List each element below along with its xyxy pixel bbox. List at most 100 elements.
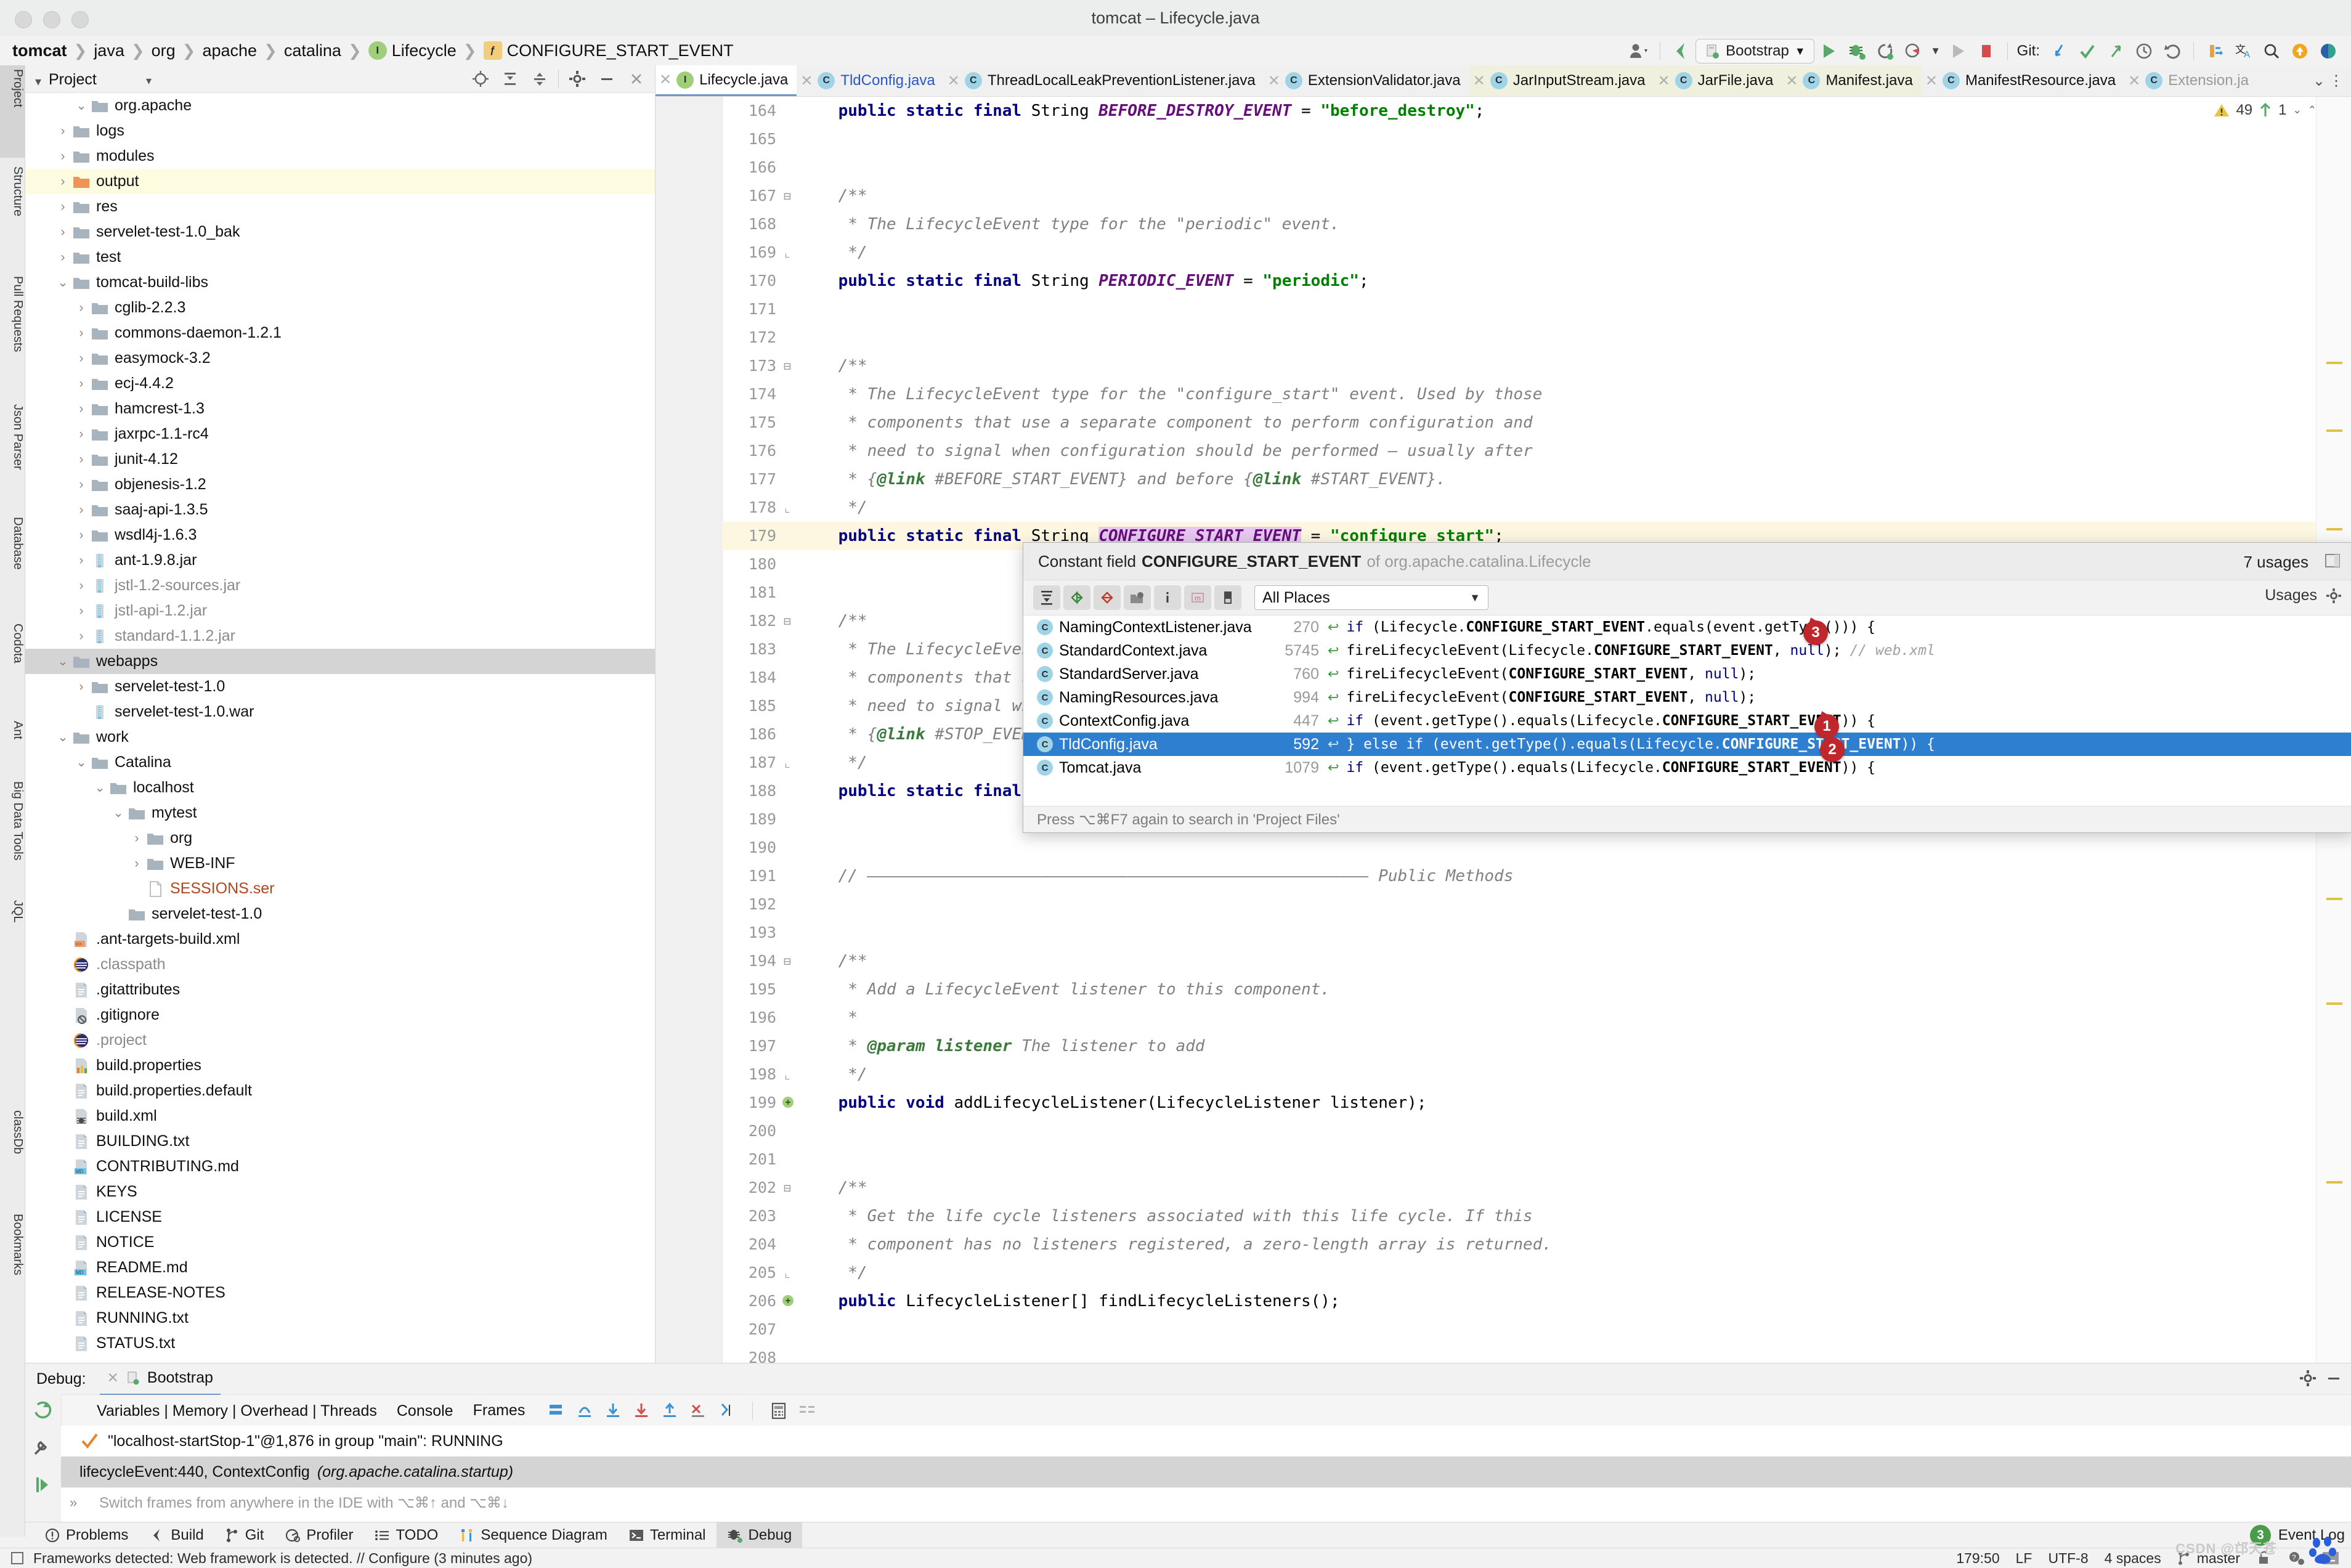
tree-row[interactable]: › test	[25, 245, 655, 270]
code-line[interactable]: 192	[722, 890, 2351, 919]
code-line[interactable]: 204 * component has no listeners registe…	[722, 1230, 2351, 1259]
code-line[interactable]: 208	[722, 1344, 2351, 1363]
code-line[interactable]: 203 * Get the life cycle listeners assoc…	[722, 1202, 2351, 1230]
tool-window-button-todo[interactable]: TODO	[363, 1522, 449, 1548]
editor-tab-bar[interactable]: ✕ I Lifecycle.java ✕ C TldConfig.java ✕ C Thread…	[656, 65, 2351, 97]
tool-window-button-git[interactable]: Git	[214, 1522, 275, 1548]
tree-row[interactable]: › External Libraries	[25, 1356, 655, 1362]
tree-row[interactable]: ⌄ mytest	[25, 800, 655, 826]
tree-row[interactable]: › org	[25, 826, 655, 851]
more-options-icon[interactable]: ⋮	[2329, 72, 2344, 90]
open-in-find-window-icon[interactable]	[2325, 553, 2341, 569]
debug-frames-list[interactable]: "localhost-startStop-1"@1,876 in group "…	[61, 1426, 2351, 1522]
code-line[interactable]: 177 * {@link #BEFORE_START_EVENT} and be…	[722, 465, 2351, 494]
code-line[interactable]: 172	[722, 323, 2351, 352]
code-line[interactable]: 176 * need to signal when configuration …	[722, 437, 2351, 465]
git-update-icon[interactable]	[2045, 39, 2073, 63]
line-separator[interactable]: LF	[2016, 1550, 2032, 1567]
updates-icon[interactable]	[2286, 39, 2314, 63]
usage-row[interactable]: C NamingContextListener.java 270 ↩ if (Lifec…	[1023, 615, 2351, 639]
code-line[interactable]: 171	[722, 295, 2351, 323]
tree-row[interactable]: .project	[25, 1028, 655, 1053]
git-commit-icon[interactable]	[2073, 39, 2101, 63]
code-line[interactable]: 206 public LifecycleListener[] findLifec…	[722, 1287, 2351, 1315]
close-icon[interactable]: ✕	[2128, 72, 2140, 90]
chevron-right-icon[interactable]: ›	[73, 522, 89, 548]
tree-row[interactable]: ⌄ webapps	[25, 649, 655, 674]
usage-navigate-icon[interactable]: ↩	[1328, 736, 1339, 752]
chevron-right-icon[interactable]: ›	[55, 245, 71, 270]
usage-navigate-icon[interactable]: ↩	[1328, 713, 1339, 729]
editor-gutter[interactable]	[656, 97, 723, 1363]
chevron-down-icon[interactable]: ⌄	[73, 93, 89, 118]
tree-row[interactable]: › cglib-2.2.3	[25, 295, 655, 320]
code-line[interactable]: 167 ⊟ /**	[722, 182, 2351, 210]
tree-row[interactable]: › servelet-test-1.0_bak	[25, 219, 655, 245]
rail-item-pull-requests[interactable]: Pull Requests	[0, 272, 25, 396]
breadcrumb-item-catalina[interactable]: catalina	[284, 41, 341, 60]
debug-tab-variables[interactable]: Variables | Memory | Overhead | Threads	[87, 1395, 387, 1427]
merge-icon[interactable]: m	[1184, 585, 1211, 610]
chevron-down-icon[interactable]: ⌄	[2293, 104, 2302, 116]
debug-tab-frames[interactable]: Frames	[463, 1394, 535, 1428]
chevron-right-icon[interactable]: ›	[73, 497, 89, 522]
indent-setting[interactable]: 4 spaces	[2105, 1550, 2161, 1567]
breadcrumb-item-tomcat[interactable]: tomcat	[12, 41, 67, 60]
plugin-icon[interactable]	[2314, 39, 2342, 63]
usage-row[interactable]: C StandardServer.java 760 ↩ fireLifecycleEve…	[1023, 662, 2351, 686]
code-line[interactable]: 196 *	[722, 1004, 2351, 1032]
close-icon[interactable]: ✕	[107, 1370, 119, 1386]
tree-row[interactable]: BUILDING.txt	[25, 1129, 655, 1154]
tree-row[interactable]: servelet-test-1.0.war	[25, 699, 655, 725]
gear-icon[interactable]	[2299, 1370, 2316, 1387]
editor-tab[interactable]: ✕ C ThreadLocalLeakPreventionListener.java	[944, 65, 1264, 96]
run-configuration-selector[interactable]: Bootstrap ▼	[1695, 39, 1814, 63]
code-fold-icon[interactable]: ⌞	[781, 1259, 794, 1287]
coverage-icon[interactable]	[1899, 39, 1928, 63]
user-avatar-icon[interactable]	[1625, 39, 1653, 63]
close-icon[interactable]: ✕	[659, 71, 672, 89]
tree-row[interactable]: › commons-daemon-1.2.1	[25, 320, 655, 346]
code-line[interactable]: 164 public static final String BEFORE_DE…	[722, 97, 2351, 125]
code-line[interactable]: 174 * The LifecycleEvent type for the "c…	[722, 380, 2351, 408]
tree-row[interactable]: build.properties	[25, 1053, 655, 1078]
chevron-right-icon[interactable]: ›	[73, 396, 89, 421]
git-push-icon[interactable]	[2101, 39, 2130, 63]
scope-selector[interactable]: All Places ▼	[1254, 585, 1488, 610]
expand-stripe-icon[interactable]: ⌃	[2308, 104, 2316, 116]
tree-row[interactable]: .gitattributes	[25, 977, 655, 1002]
code-line[interactable]: 200	[722, 1117, 2351, 1145]
preview-icon[interactable]	[1214, 585, 1241, 610]
event-log-button[interactable]: 3 Event Log	[2249, 1525, 2351, 1546]
chevron-down-icon[interactable]: ⌄	[2313, 72, 2325, 90]
tree-row[interactable]: SESSIONS.ser	[25, 876, 655, 901]
chevron-right-icon[interactable]: ›	[73, 573, 89, 598]
rail-item-bookmarks[interactable]: Bookmarks	[0, 1210, 25, 1327]
tree-row[interactable]: KEYS	[25, 1179, 655, 1204]
breadcrumb-item-org[interactable]: org	[152, 41, 176, 60]
settings-gear-icon[interactable]	[2326, 588, 2342, 604]
chevron-down-icon[interactable]: ⌄	[73, 750, 89, 775]
force-step-into-icon[interactable]	[632, 1402, 651, 1420]
code-fold-icon[interactable]: ⊟	[781, 352, 794, 380]
git-rollback-icon[interactable]	[2158, 39, 2187, 63]
previous-occurrence-icon[interactable]	[1063, 585, 1090, 610]
code-line[interactable]: 197 * @param listener The listener to ad…	[722, 1032, 2351, 1060]
tree-row[interactable]: › output	[25, 169, 655, 194]
step-over-icon[interactable]	[575, 1402, 594, 1420]
tree-row[interactable]: › junit-4.12	[25, 447, 655, 472]
project-tree[interactable]: ⌄ org.apache › logs › modules › output › res › serv…	[25, 93, 655, 1362]
editor-tab[interactable]: ✕ C Manifest.java	[1782, 65, 1922, 96]
chevron-down-icon[interactable]: ⌄	[110, 800, 126, 826]
chevron-right-icon[interactable]: ›	[129, 851, 145, 876]
tree-row[interactable]: › wsdl4j-1.6.3	[25, 522, 655, 548]
git-history-icon[interactable]	[2130, 39, 2158, 63]
usage-navigate-icon[interactable]: ↩	[1328, 689, 1339, 705]
usage-row[interactable]: C StandardContext.java 5745 ↩ fireLifecycleE…	[1023, 639, 2351, 662]
tree-row[interactable]: build.xml	[25, 1103, 655, 1129]
gear-icon[interactable]	[562, 65, 592, 92]
tree-row[interactable]: STATUS.txt	[25, 1331, 655, 1356]
minimize-icon[interactable]	[592, 65, 622, 92]
code-line[interactable]: 199 public void addLifecycleListener(Lif…	[722, 1089, 2351, 1117]
chevron-right-icon[interactable]: ›	[55, 144, 71, 169]
